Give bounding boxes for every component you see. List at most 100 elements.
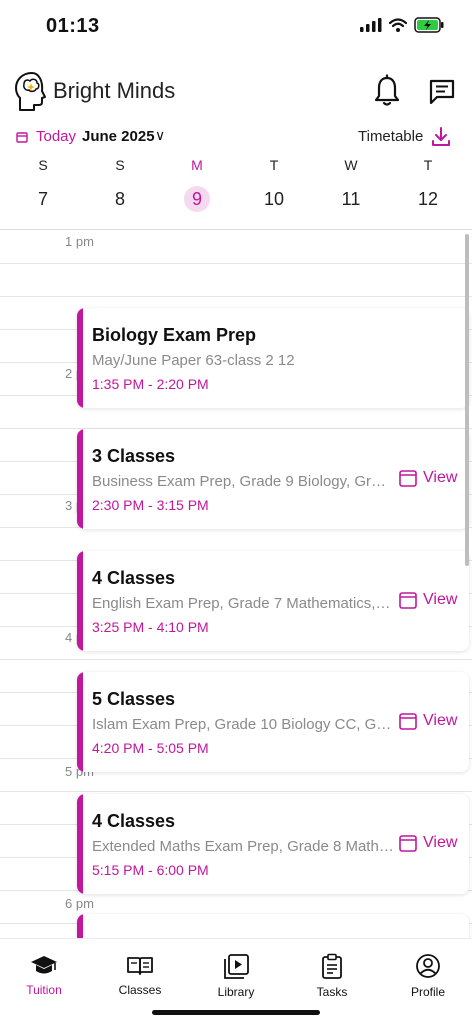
download-icon[interactable]	[430, 126, 452, 148]
grid-line	[0, 659, 472, 660]
event-title: 5 Classes	[92, 689, 176, 709]
calendar-controls: Today June 2025 ∨ Timetable	[0, 126, 472, 150]
nav-item-library[interactable]: Library	[196, 953, 276, 999]
grid-line	[0, 296, 472, 297]
nav-label: Profile	[410, 985, 445, 999]
view-button[interactable]: View	[399, 834, 457, 852]
day-number: 7	[37, 189, 48, 209]
day-cell[interactable]: S 8	[100, 156, 140, 212]
user-circle-icon	[416, 954, 440, 978]
day-number: 11	[341, 189, 361, 209]
app-header: Bright Minds	[0, 64, 472, 120]
event-title: 3 Classes	[92, 446, 176, 466]
day-cell[interactable]: T 12	[408, 156, 448, 212]
day-letter: T	[423, 157, 433, 173]
event-title: Biology Exam Prep	[92, 325, 257, 345]
event-subtitle: Business Exam Prep, Grade 9 Biology, Gra…	[92, 473, 394, 490]
event-card[interactable]: Biology Exam Prep May/June Paper 63-clas…	[77, 308, 469, 408]
view-button[interactable]: View	[399, 469, 457, 487]
app-title: Bright Minds	[53, 78, 176, 103]
grid-line	[0, 791, 472, 792]
grid-line	[0, 263, 472, 264]
view-button[interactable]: View	[399, 712, 457, 730]
event-accent-bar	[77, 429, 83, 529]
view-label: View	[423, 469, 458, 486]
event-time: 4:20 PM - 5:05 PM	[92, 740, 209, 756]
event-card[interactable]: 4 Classes Extended Maths Exam Prep, Grad…	[77, 794, 469, 894]
scrollbar[interactable]	[465, 234, 469, 566]
day-letter: S	[115, 157, 125, 173]
window-icon	[399, 469, 417, 487]
status-icons	[360, 17, 444, 33]
event-card[interactable]: 5 Classes Islam Exam Prep, Grade 10 Biol…	[77, 672, 469, 772]
nav-label: Classes	[118, 983, 162, 997]
event-time: 5:15 PM - 6:00 PM	[92, 862, 209, 878]
wifi-icon	[389, 18, 407, 32]
event-subtitle: English Exam Prep, Grade 7 Mathematics, …	[92, 595, 394, 612]
day-letter: T	[269, 157, 279, 173]
timetable-link[interactable]: Timetable	[358, 128, 423, 145]
nav-item-tasks[interactable]: Tasks	[292, 953, 372, 999]
home-indicator	[152, 1010, 320, 1015]
view-label: View	[423, 591, 458, 608]
event-card[interactable]	[77, 914, 469, 938]
window-icon	[399, 834, 417, 852]
library-play-icon	[224, 954, 249, 979]
day-cell[interactable]: W 11	[331, 156, 371, 212]
clipboard-icon	[322, 953, 342, 979]
day-number: 10	[263, 189, 285, 209]
nav-label: Library	[217, 985, 255, 999]
week-strip: S 7 S 8 M 9 T 10 W 11 T 12	[0, 156, 472, 220]
day-cell[interactable]: T 10	[254, 156, 294, 212]
window-icon	[399, 712, 417, 730]
view-button[interactable]: View	[399, 591, 457, 609]
day-letter: S	[38, 157, 48, 173]
event-accent-bar	[77, 794, 83, 894]
nav-item-classes[interactable]: Classes	[100, 953, 180, 997]
event-time: 3:25 PM - 4:10 PM	[92, 619, 209, 635]
month-selector[interactable]: June 2025	[82, 128, 155, 145]
view-label: View	[423, 712, 458, 729]
event-accent-bar	[77, 308, 83, 408]
nav-item-tuition[interactable]: Tuition	[4, 953, 84, 997]
brain-head-logo-icon	[15, 72, 46, 111]
day-letter: W	[344, 157, 358, 173]
view-label: View	[423, 834, 458, 851]
day-number: 8	[114, 189, 125, 209]
battery-charging-icon	[414, 17, 444, 33]
event-accent-bar	[77, 672, 83, 772]
event-subtitle: Extended Maths Exam Prep, Grade 8 Mathem…	[92, 838, 394, 855]
day-number: 12	[417, 189, 439, 209]
event-card[interactable]: 3 Classes Business Exam Prep, Grade 9 Bi…	[77, 429, 469, 529]
event-title: 4 Classes	[92, 811, 176, 831]
graduation-cap-icon	[31, 956, 57, 974]
status-time: 01:13	[46, 15, 100, 37]
day-timeline[interactable]: 1 pm 2 pm 3 pm 4 pm 5 pm 6 pm Biology Ex…	[0, 230, 472, 938]
nav-item-profile[interactable]: Profile	[388, 953, 468, 999]
event-card[interactable]: 4 Classes English Exam Prep, Grade 7 Mat…	[77, 551, 469, 651]
today-button[interactable]: Today	[36, 128, 76, 145]
nav-label: Tasks	[316, 985, 348, 999]
status-bar: 01:13	[0, 0, 472, 52]
event-subtitle: Islam Exam Prep, Grade 10 Biology CC, Gr…	[92, 716, 394, 733]
event-subtitle: May/June Paper 63-class 2 12	[92, 352, 295, 369]
event-time: 2:30 PM - 3:15 PM	[92, 497, 209, 513]
nav-label: Tuition	[26, 983, 62, 997]
event-accent-bar	[77, 914, 83, 938]
event-time: 1:35 PM - 2:20 PM	[92, 376, 209, 392]
event-title: 4 Classes	[92, 568, 176, 588]
window-icon	[399, 591, 417, 609]
signal-icon	[360, 18, 382, 32]
day-cell[interactable]: S 7	[23, 156, 63, 212]
event-accent-bar	[77, 551, 83, 651]
day-letter: M	[191, 157, 203, 173]
chevron-down-icon[interactable]: ∨	[155, 127, 165, 144]
open-book-icon	[127, 957, 153, 975]
calendar-today-icon[interactable]	[16, 131, 28, 143]
message-icon[interactable]	[428, 78, 456, 106]
day-cell-selected[interactable]: M 9	[177, 156, 217, 212]
hour-label: 1 pm	[63, 234, 96, 249]
day-number: 9	[184, 186, 210, 212]
bell-icon[interactable]	[372, 74, 402, 108]
hour-label: 6 pm	[63, 896, 96, 911]
